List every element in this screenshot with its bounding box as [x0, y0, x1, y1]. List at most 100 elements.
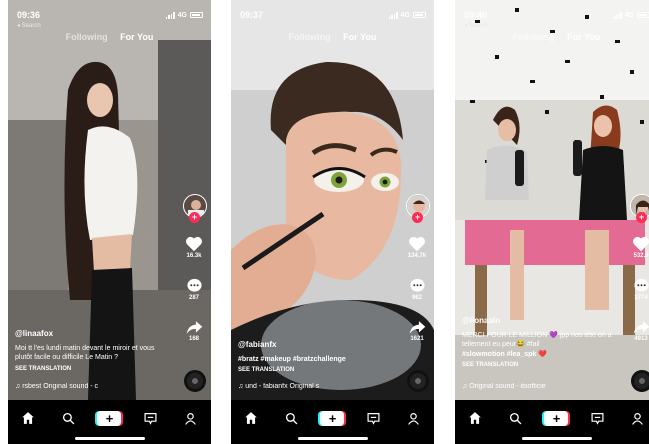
comment-button[interactable]: 287 — [180, 278, 208, 301]
network-label: 4G — [624, 11, 634, 19]
comment-button[interactable]: 962 — [403, 278, 431, 301]
tab-for-you[interactable]: For You — [120, 32, 153, 42]
sound-disc[interactable] — [184, 370, 206, 392]
video-caption: @linaafox Moi tt l'es lundi matin devant… — [15, 329, 173, 374]
tab-following[interactable]: Following — [66, 32, 108, 42]
heart-icon — [409, 236, 425, 252]
creator-username[interactable]: @linaafox — [15, 329, 173, 339]
follow-plus-button[interactable]: + — [636, 212, 647, 223]
home-icon — [469, 412, 482, 424]
like-button[interactable]: 134.7k — [403, 236, 431, 259]
share-button[interactable]: 1621 — [403, 320, 431, 342]
inbox-icon — [367, 412, 380, 425]
back-to-search-link[interactable]: ◂ Search — [464, 22, 488, 29]
share-icon — [633, 321, 649, 334]
feed-tabs: Following For You — [455, 32, 649, 42]
status-time: 09:36 — [17, 10, 41, 20]
nav-profile[interactable] — [179, 409, 203, 427]
nav-home[interactable] — [16, 409, 40, 427]
home-icon — [245, 412, 258, 424]
bottom-nav: + — [455, 400, 649, 444]
like-count: 532.9 — [633, 253, 649, 259]
tab-following[interactable]: Following — [513, 32, 555, 42]
nav-home[interactable] — [239, 409, 263, 427]
caption-hashtags[interactable]: #bratz #makeup #bratzchallenge — [238, 356, 346, 363]
feed-tabs: Following For You — [8, 32, 211, 42]
tab-for-you[interactable]: For You — [343, 32, 376, 42]
feed-tabs: Following For You — [231, 32, 434, 42]
nav-create[interactable]: + — [97, 409, 122, 427]
home-indicator — [298, 437, 368, 440]
sound-label[interactable]: ♫ und - fabianfx Original s — [238, 383, 394, 390]
creator-username[interactable]: @fabianfx — [238, 340, 396, 350]
comment-count: 287 — [188, 295, 199, 301]
bottom-nav: + — [8, 400, 211, 444]
phone-screen-2: 09:37 4G ◂ Search Following For You + 13… — [231, 0, 434, 444]
status-bar: 09:40 4G — [464, 9, 649, 21]
nav-discover[interactable] — [57, 409, 81, 427]
like-count: 16.3k — [186, 253, 202, 259]
comment-count: 1774 — [634, 295, 648, 301]
like-button[interactable]: 532.9 — [627, 236, 649, 259]
bottom-nav: + — [231, 400, 434, 444]
profile-icon — [185, 412, 197, 425]
profile-icon — [632, 412, 644, 425]
follow-plus-button[interactable]: + — [189, 212, 200, 223]
home-icon — [22, 412, 35, 424]
see-translation-link[interactable]: SEE TRANSLATION — [238, 366, 396, 376]
nav-profile[interactable] — [626, 409, 649, 427]
nav-home[interactable] — [463, 409, 487, 427]
sound-label[interactable]: ♫ rsbest Original sound - c — [15, 383, 171, 390]
creator-username[interactable]: @ilonaaln — [462, 316, 620, 326]
nav-discover[interactable] — [280, 409, 304, 427]
status-time: 09:40 — [464, 10, 488, 20]
like-button[interactable]: 16.3k — [180, 236, 208, 259]
signal-icon — [388, 11, 398, 19]
profile-icon — [408, 412, 420, 425]
comment-button[interactable]: 1774 — [627, 278, 649, 301]
tab-following[interactable]: Following — [289, 32, 331, 42]
nav-discover[interactable] — [504, 409, 528, 427]
nav-profile[interactable] — [402, 409, 426, 427]
like-count: 134.7k — [407, 253, 427, 259]
sound-disc[interactable] — [631, 370, 649, 392]
back-to-search-link[interactable]: ◂ Search — [240, 22, 264, 29]
create-icon: + — [320, 410, 345, 426]
video-caption: @ilonaaln MERCI POUR LE MILLION 💜 jpp no… — [462, 316, 620, 371]
comment-icon — [633, 278, 649, 292]
share-count: 168 — [188, 336, 199, 342]
heart-icon — [186, 236, 202, 252]
search-icon — [510, 412, 522, 424]
inbox-icon — [144, 412, 157, 425]
nav-create[interactable]: + — [544, 409, 569, 427]
nav-inbox[interactable] — [585, 409, 609, 427]
comment-count: 962 — [411, 295, 422, 301]
share-count: 4913 — [634, 336, 648, 342]
create-icon: + — [544, 410, 569, 426]
follow-plus-button[interactable]: + — [412, 212, 423, 223]
comment-icon — [409, 278, 425, 292]
sound-label[interactable]: ♫ Original sound - itsofficie — [462, 383, 618, 390]
heart-icon — [633, 236, 649, 252]
comment-icon — [186, 278, 202, 292]
nav-inbox[interactable] — [138, 409, 162, 427]
nav-inbox[interactable] — [361, 409, 385, 427]
signal-icon — [612, 11, 622, 19]
phone-screen-1: 09:36 4G ◂ Search Following For You + 16… — [8, 0, 211, 444]
see-translation-link[interactable]: SEE TRANSLATION — [462, 361, 620, 371]
network-label: 4G — [177, 11, 187, 19]
share-button[interactable]: 4913 — [627, 320, 649, 342]
caption-hashtags[interactable]: #slowmotion #lea_spk ❤️ — [462, 350, 620, 360]
home-indicator — [522, 437, 592, 440]
signal-icon — [165, 11, 175, 19]
share-button[interactable]: 168 — [180, 320, 208, 342]
create-icon: + — [97, 410, 122, 426]
see-translation-link[interactable]: SEE TRANSLATION — [15, 365, 173, 375]
nav-create[interactable]: + — [320, 409, 345, 427]
back-to-search-link[interactable]: ◂ Search — [17, 22, 41, 29]
caption-text: Moi tt l'es lundi matin devant le miroir… — [15, 344, 155, 362]
sound-disc[interactable] — [407, 370, 429, 392]
share-count: 1621 — [410, 336, 424, 342]
status-bar: 09:36 4G — [17, 9, 203, 21]
tab-for-you[interactable]: For You — [567, 32, 600, 42]
